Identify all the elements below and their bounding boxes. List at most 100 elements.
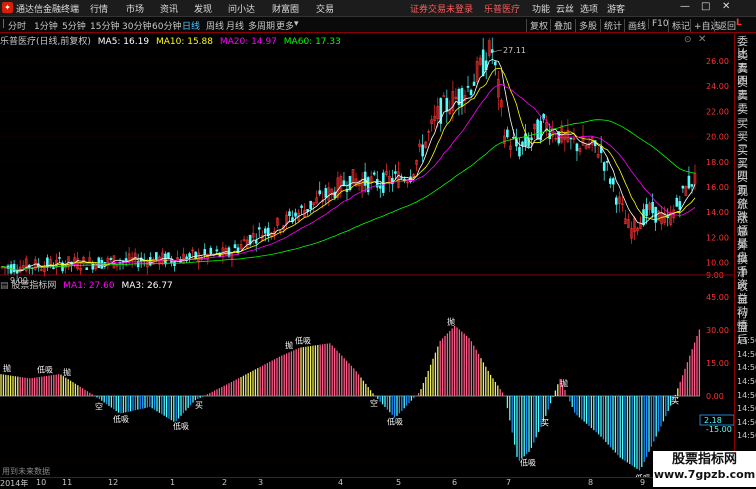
candle-body bbox=[608, 178, 612, 184]
menu-item-market[interactable]: 市场 bbox=[126, 2, 144, 15]
candle-body bbox=[400, 177, 403, 179]
period-tab-6[interactable]: 60分钟 bbox=[152, 19, 181, 32]
candle-body bbox=[294, 212, 297, 217]
price-tick-label: 18.00 bbox=[706, 158, 729, 167]
date-tick-label: 4 bbox=[338, 478, 344, 487]
candle-body bbox=[97, 257, 101, 269]
menu-item-news[interactable]: 资讯 bbox=[160, 2, 178, 15]
candle-body bbox=[690, 184, 694, 187]
period-tab-monthly[interactable]: 月线 bbox=[226, 19, 244, 32]
toolbar-back-button[interactable]: 返回 bbox=[714, 19, 736, 32]
candle-body bbox=[15, 271, 19, 274]
candle-body bbox=[530, 137, 533, 140]
app-logo-icon: ✦ bbox=[2, 2, 13, 13]
period-toolbar: | 分时 1分钟 5分钟 15分钟 30分钟 60分钟 日线 周线 月线 多周期… bbox=[0, 17, 756, 33]
candle-body bbox=[642, 209, 645, 226]
date-tick-label: 1 bbox=[170, 478, 176, 487]
menu-guest[interactable]: 游客 bbox=[607, 2, 625, 15]
date-tick-label: 8 bbox=[588, 478, 594, 487]
candle-body bbox=[678, 201, 682, 210]
more-dropdown-icon[interactable]: ▾ bbox=[294, 19, 299, 29]
candle-body bbox=[605, 161, 609, 163]
candle-body bbox=[518, 146, 521, 157]
side-panel-item: 14:56 bbox=[737, 349, 756, 359]
candle-body bbox=[124, 258, 128, 262]
price-tick-label: 24.00 bbox=[706, 82, 729, 91]
price-axis: 26.00 24.00 22.00 20.00 18.00 16.00 14.00 12.00… bbox=[706, 57, 729, 280]
menu-item-trade[interactable]: 交易 bbox=[316, 2, 334, 15]
candle-body bbox=[318, 190, 322, 195]
close-icon[interactable]: ✕ bbox=[722, 1, 730, 12]
menu-options[interactable]: 选项 bbox=[580, 2, 598, 15]
side-panel-item: 14:56 bbox=[737, 390, 756, 400]
candle-body bbox=[687, 175, 691, 189]
quote-side-panel: 委比 卖五 卖四 卖三 卖二 卖一 买一 买二 买三 买四 买五 现价 涨跌 涨幅 总量 外盘 换手 净资 收益 自动… bbox=[734, 34, 756, 487]
candle-body bbox=[155, 252, 158, 260]
period-tab-2[interactable]: 1分钟 bbox=[34, 19, 58, 32]
period-tab-1[interactable]: 分时 bbox=[8, 19, 26, 32]
period-tab-daily[interactable]: 日线 bbox=[182, 19, 200, 32]
toolbar-f10-button[interactable]: F10 bbox=[648, 19, 669, 29]
menu-cloud[interactable]: 云丝 bbox=[556, 2, 574, 15]
toolbar-draw-button[interactable]: 画线 bbox=[624, 19, 646, 32]
date-tick-label: 2 bbox=[222, 478, 228, 487]
candle-body bbox=[493, 61, 497, 66]
toolbar-mark-button[interactable]: 标记 bbox=[668, 19, 690, 32]
toolbar-stats-button[interactable]: 统计 bbox=[600, 19, 622, 32]
candle-body bbox=[394, 171, 397, 174]
signal-label: 抛 bbox=[3, 363, 11, 373]
price-tick-label: 12.00 bbox=[706, 233, 729, 242]
candle-body bbox=[512, 136, 515, 139]
login-alert[interactable]: 证券交易未登录 bbox=[410, 2, 473, 15]
period-tab-5[interactable]: 30分钟 bbox=[122, 19, 151, 32]
future-data-notice: 用到未来数据 bbox=[2, 467, 50, 476]
menu-item-ask[interactable]: 问小达 bbox=[228, 2, 255, 15]
candle-body bbox=[348, 175, 352, 191]
candle-body bbox=[85, 267, 89, 271]
toolbar-adjust-button[interactable]: 复权 bbox=[526, 19, 548, 32]
candle-body bbox=[569, 137, 573, 140]
ma-line bbox=[1, 83, 696, 271]
oscillator-axis: 45.0030.0015.000.00-15.00-30.00 bbox=[706, 293, 732, 467]
candle-body bbox=[58, 257, 61, 259]
chart-area[interactable]: 26.00 24.00 22.00 20.00 18.00 16.00 14.00 12.00… bbox=[0, 32, 734, 477]
side-panel-item: 14:56 bbox=[737, 431, 756, 441]
candle-body bbox=[506, 129, 509, 138]
candle-body bbox=[257, 227, 261, 230]
candle-body bbox=[611, 178, 615, 185]
menu-item-wealth[interactable]: 财富圈 bbox=[272, 2, 299, 15]
date-tick-label: 2014年 bbox=[0, 479, 29, 488]
candle-body bbox=[536, 119, 539, 140]
menu-item-discover[interactable]: 发现 bbox=[194, 2, 212, 15]
candle-body bbox=[602, 162, 606, 171]
menu-function[interactable]: 功能 bbox=[532, 2, 550, 15]
signal-label: 抛 bbox=[63, 367, 71, 377]
date-tick-label: 3 bbox=[258, 478, 264, 487]
candle-body bbox=[109, 258, 113, 260]
candle-body bbox=[472, 81, 476, 86]
candle-body bbox=[164, 253, 167, 265]
ma-line bbox=[1, 67, 696, 271]
date-tick-label: 9 bbox=[640, 478, 646, 487]
signal-label: 低吸 bbox=[387, 417, 403, 427]
date-axis: 2014年 10 11 12 1 2 3 4 5 6 7 8 9 bbox=[0, 477, 734, 488]
watermark-title: 股票指标网 bbox=[671, 452, 737, 467]
minimize-icon[interactable]: — bbox=[680, 1, 690, 12]
signal-label: 空 bbox=[95, 402, 103, 412]
osc-tick-label: 0.00 bbox=[706, 392, 724, 401]
candle-body bbox=[203, 249, 207, 255]
toolbar-overlay-button[interactable]: 叠加 bbox=[550, 19, 572, 32]
period-tab-more[interactable]: 更多 bbox=[276, 19, 294, 32]
period-tab-weekly[interactable]: 周线 bbox=[206, 19, 224, 32]
signal-label: 买 bbox=[671, 396, 679, 405]
candlestick-series bbox=[0, 37, 697, 281]
panel-toggle-icon[interactable]: L bbox=[736, 18, 742, 28]
toolbar-multistock-button[interactable]: 多股 bbox=[575, 19, 597, 32]
period-tab-4[interactable]: 15分钟 bbox=[90, 19, 119, 32]
period-tab-3[interactable]: 5分钟 bbox=[62, 19, 86, 32]
maximize-icon[interactable]: □ bbox=[701, 1, 710, 12]
menu-item-quotes[interactable]: 行情 bbox=[90, 2, 108, 15]
period-tab-multi[interactable]: 多周期 bbox=[248, 19, 275, 32]
candle-body bbox=[614, 197, 618, 205]
signal-label: 低吸 bbox=[520, 458, 536, 468]
